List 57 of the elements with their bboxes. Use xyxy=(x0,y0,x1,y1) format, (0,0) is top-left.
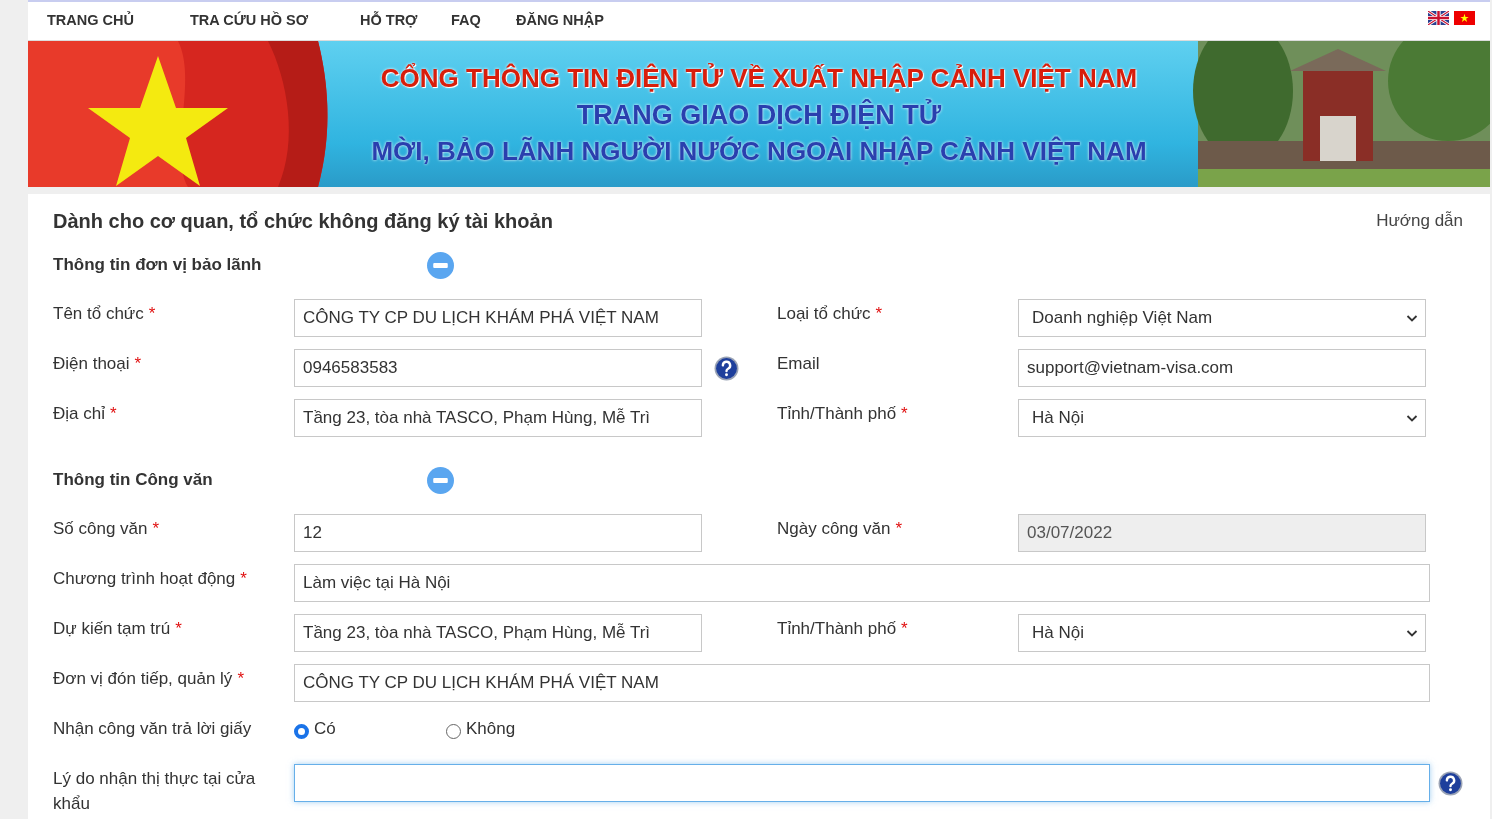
required-mark: * xyxy=(901,619,908,638)
section-title: Thông tin đơn vị bảo lãnh xyxy=(53,254,263,277)
help-icon[interactable] xyxy=(1438,770,1463,796)
required-mark: * xyxy=(240,569,247,588)
field-label: Loại tổ chức xyxy=(777,304,871,323)
vietnam-flag-icon[interactable] xyxy=(1454,11,1475,25)
required-mark: * xyxy=(175,619,182,638)
radio-option[interactable]: Không xyxy=(446,716,598,742)
required-mark: * xyxy=(875,304,883,323)
field-label: Dự kiến tạm trú xyxy=(53,619,171,638)
text-field[interactable]: Tầng 23, tòa nhà TASCO, Phạm Hùng, Mễ Trì xyxy=(294,614,702,652)
banner-tagline: MỜI, BẢO LÃNH NGƯỜI NƯỚC NGOÀI NHẬP CẢNH VIỆT NAM xyxy=(371,135,1147,168)
field-label: Địa chỉ xyxy=(53,404,105,423)
required-mark: * xyxy=(152,519,160,538)
nav-link[interactable]: TRA CỨU HỒ SƠ xyxy=(190,10,360,32)
field-label: Đơn vị đón tiếp, quản lý xyxy=(53,669,233,688)
required-mark: * xyxy=(895,519,903,538)
banner-title: CỔNG THÔNG TIN ĐIỆN TỬ VỀ XUẤT NHẬP CẢNH VIỆT NAM xyxy=(380,62,1138,95)
field-label: Nhận công văn trả lời giấy xyxy=(53,719,252,738)
field-label: Tỉnh/Thành phố xyxy=(777,619,897,638)
nav-link[interactable]: TRANG CHỦ xyxy=(47,10,190,32)
uk-flag-icon[interactable] xyxy=(1428,11,1449,25)
field-label: Lý do nhận thị thực tại cửa khẩu xyxy=(53,769,256,813)
collapse-icon[interactable] xyxy=(427,251,454,279)
field-label: Tỉnh/Thành phố xyxy=(777,404,897,423)
section-title: Thông tin Công văn xyxy=(53,469,214,492)
field-label: Email xyxy=(777,354,820,373)
field-label: Tên tổ chức xyxy=(53,304,144,323)
required-mark: * xyxy=(148,304,156,323)
text-field[interactable] xyxy=(294,764,1430,802)
text-field[interactable]: support@vietnam-visa.com xyxy=(1018,349,1426,387)
required-mark: * xyxy=(901,404,908,423)
radio-option[interactable]: Có xyxy=(294,716,446,742)
text-field[interactable]: Tầng 23, tòa nhà TASCO, Phạm Hùng, Mễ Trì xyxy=(294,399,702,437)
nav-link[interactable]: ĐĂNG NHẬP xyxy=(516,10,604,32)
field-label: Điện thoại xyxy=(53,354,130,373)
nav-link[interactable]: HỖ TRỢ xyxy=(360,10,451,32)
select-field[interactable]: Doanh nghiệp Việt Nam xyxy=(1018,299,1426,337)
required-mark: * xyxy=(109,404,117,423)
text-field[interactable]: 12 xyxy=(294,514,702,552)
select-field[interactable]: Hà Nội xyxy=(1018,399,1426,437)
text-field[interactable]: 0946583583 xyxy=(294,349,702,387)
required-mark: * xyxy=(237,669,244,688)
text-field[interactable]: CÔNG TY CP DU LỊCH KHÁM PHÁ VIỆT NAM xyxy=(294,664,1430,702)
text-field[interactable]: CÔNG TY CP DU LỊCH KHÁM PHÁ VIỆT NAM xyxy=(294,299,702,337)
page-title: Dành cho cơ quan, tổ chức không đăng ký tài khoản xyxy=(53,209,553,234)
nav-link[interactable]: FAQ xyxy=(451,10,516,32)
guide-link[interactable]: Hướng dẫn xyxy=(1376,208,1463,234)
collapse-icon[interactable] xyxy=(427,466,454,494)
help-icon[interactable] xyxy=(714,355,739,381)
field-label: Ngày công văn xyxy=(777,519,891,538)
required-mark: * xyxy=(134,354,142,373)
text-field[interactable]: Làm việc tại Hà Nội xyxy=(294,564,1430,602)
select-field[interactable]: Hà Nội xyxy=(1018,614,1426,652)
field-label: Chương trình hoạt động xyxy=(53,569,236,588)
banner-subtitle: TRANG GIAO DỊCH ĐIỆN TỬ xyxy=(576,98,942,132)
field-label: Số công văn xyxy=(53,519,148,538)
